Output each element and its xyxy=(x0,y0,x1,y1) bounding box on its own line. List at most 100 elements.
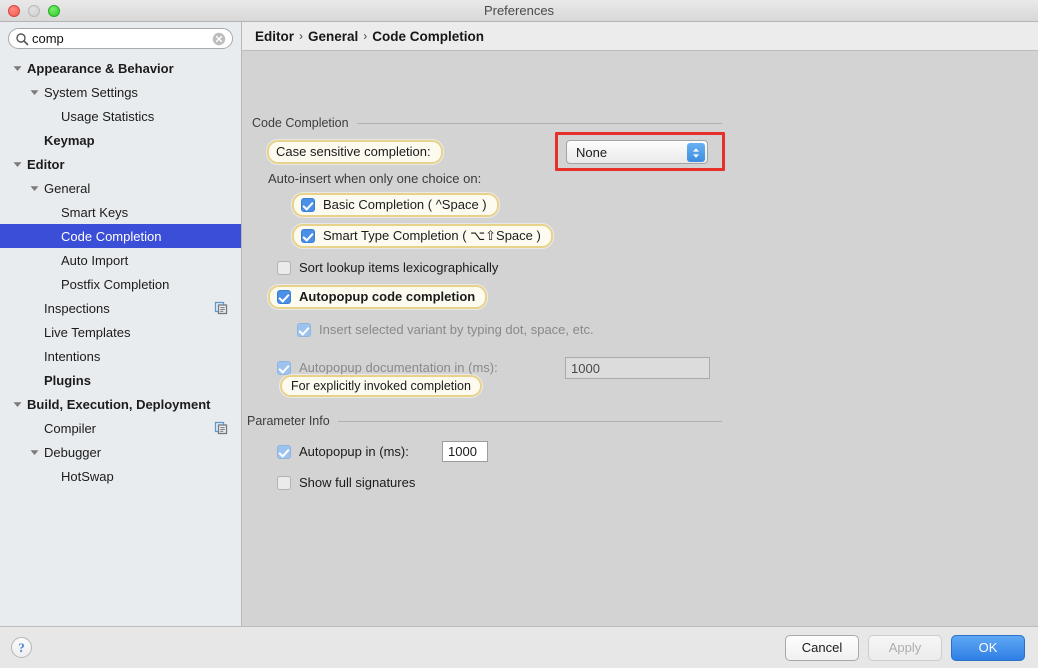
sidebar-item-label: Inspections xyxy=(44,300,110,316)
sort-lookup-label: Sort lookup items lexicographically xyxy=(299,260,499,275)
basic-completion-checkbox[interactable] xyxy=(301,198,315,212)
settings-content: Code Completion Case sensitive completio… xyxy=(242,51,1038,626)
sidebar-item-keymap[interactable]: Keymap xyxy=(0,128,241,152)
help-button[interactable]: ? xyxy=(11,637,32,658)
insert-variant-row[interactable]: Insert selected variant by typing dot, s… xyxy=(297,322,594,338)
question-mark-icon: ? xyxy=(18,639,25,655)
sort-lookup-checkbox[interactable] xyxy=(277,261,291,275)
group-rule xyxy=(337,420,722,422)
show-full-signatures-row[interactable]: Show full signatures xyxy=(277,475,415,491)
sidebar-item-auto-import[interactable]: Auto Import xyxy=(0,248,241,272)
sidebar-item-inspections[interactable]: Inspections xyxy=(0,296,241,320)
sidebar-item-label: HotSwap xyxy=(61,468,114,484)
sidebar-item-general[interactable]: General xyxy=(0,176,241,200)
smart-type-completion-checkbox[interactable] xyxy=(301,229,315,243)
sidebar-item-label: System Settings xyxy=(44,84,138,100)
sidebar-item-editor[interactable]: Editor xyxy=(0,152,241,176)
chevron-down-icon[interactable] xyxy=(12,63,23,74)
dropdown-value: None xyxy=(576,144,608,160)
sort-lookup-row[interactable]: Sort lookup items lexicographically xyxy=(277,260,498,276)
sidebar-item-label: Build, Execution, Deployment xyxy=(27,396,211,412)
minimize-window-button[interactable] xyxy=(28,5,40,17)
autopopup-documentation-checkbox[interactable] xyxy=(277,361,291,375)
smart-type-completion-row[interactable]: Smart Type Completion ( ⌥⇧Space ) xyxy=(292,224,553,248)
sidebar-item-label: Usage Statistics xyxy=(61,108,155,124)
param-autopopup-checkbox[interactable] xyxy=(277,445,291,459)
breadcrumb-separator-icon: › xyxy=(299,29,303,43)
autopopup-documentation-label: Autopopup documentation in (ms): xyxy=(299,360,498,375)
dialog-footer: ? Cancel Apply OK xyxy=(0,626,1038,668)
case-sensitive-dropdown[interactable]: None xyxy=(566,140,708,164)
ok-button[interactable]: OK xyxy=(951,634,1025,661)
chevron-down-icon[interactable] xyxy=(12,399,23,410)
param-autopopup-row[interactable]: Autopopup in (ms): xyxy=(277,444,409,460)
autopopup-documentation-row[interactable]: Autopopup documentation in (ms): xyxy=(277,360,498,376)
sidebar-item-label: Smart Keys xyxy=(61,204,129,220)
basic-completion-row[interactable]: Basic Completion ( ^Space ) xyxy=(292,193,499,217)
case-sensitive-completion-row: Case sensitive completion: xyxy=(267,140,443,164)
sidebar-item-appearance-behavior[interactable]: Appearance & Behavior xyxy=(0,56,241,80)
maximize-window-button[interactable] xyxy=(48,5,60,17)
group-rule xyxy=(356,122,722,124)
sidebar-item-intentions[interactable]: Intentions xyxy=(0,344,241,368)
sidebar-item-label: Keymap xyxy=(44,132,95,148)
cancel-button[interactable]: Cancel xyxy=(785,634,859,661)
basic-completion-label: Basic Completion ( ^Space ) xyxy=(323,197,487,212)
sidebar-item-system-settings[interactable]: System Settings xyxy=(0,80,241,104)
group-title: Parameter Info xyxy=(247,414,330,428)
title-bar: Preferences xyxy=(0,0,1038,22)
apply-button: Apply xyxy=(868,634,942,661)
sidebar-item-postfix-completion[interactable]: Postfix Completion xyxy=(0,272,241,296)
search-field[interactable]: comp xyxy=(8,28,233,49)
autopopup-code-completion-row[interactable]: Autopopup code completion xyxy=(268,285,488,309)
sidebar-item-label: Appearance & Behavior xyxy=(27,60,174,76)
sidebar-item-debugger[interactable]: Debugger xyxy=(0,440,241,464)
search-icon xyxy=(15,32,29,46)
chevron-down-icon[interactable] xyxy=(12,159,23,170)
breadcrumb-part-2: Code Completion xyxy=(372,28,485,44)
sidebar-item-live-templates[interactable]: Live Templates xyxy=(0,320,241,344)
sidebar-item-plugins[interactable]: Plugins xyxy=(0,368,241,392)
window-body: comp Appearance & Behavior System Setting… xyxy=(0,22,1038,626)
chevron-updown-icon[interactable] xyxy=(687,143,705,162)
chevron-down-icon[interactable] xyxy=(29,183,40,194)
copy-settings-icon[interactable] xyxy=(214,301,228,315)
autopopup-documentation-sub-label: For explicitly invoked completion xyxy=(280,375,482,397)
copy-settings-icon[interactable] xyxy=(214,421,228,435)
sidebar-item-usage-statistics[interactable]: Usage Statistics xyxy=(0,104,241,128)
chevron-down-icon[interactable] xyxy=(29,447,40,458)
search-input-value[interactable]: comp xyxy=(32,32,212,46)
search-row: comp xyxy=(0,22,241,54)
smart-type-completion-label: Smart Type Completion ( ⌥⇧Space ) xyxy=(323,228,541,243)
sidebar-item-label: Debugger xyxy=(44,444,102,460)
param-autopopup-label: Autopopup in (ms): xyxy=(299,444,409,459)
autopopup-code-completion-checkbox[interactable] xyxy=(277,290,291,304)
clear-icon[interactable] xyxy=(212,32,226,46)
insert-variant-checkbox[interactable] xyxy=(297,323,311,337)
settings-sidebar: comp Appearance & Behavior System Setting… xyxy=(0,22,242,626)
sidebar-item-label: Code Completion xyxy=(61,228,162,244)
group-header-code-completion: Code Completion xyxy=(252,116,722,130)
sidebar-item-smart-keys[interactable]: Smart Keys xyxy=(0,200,241,224)
sidebar-item-label: Editor xyxy=(27,156,65,172)
chevron-down-icon[interactable] xyxy=(29,87,40,98)
sidebar-item-label: Compiler xyxy=(44,420,97,436)
sidebar-item-label: Postfix Completion xyxy=(61,276,170,292)
sidebar-item-build-execution-deployment[interactable]: Build, Execution, Deployment xyxy=(0,392,241,416)
breadcrumb-separator-icon: › xyxy=(363,29,368,43)
show-full-signatures-checkbox[interactable] xyxy=(277,476,291,490)
sidebar-item-compiler[interactable]: Compiler xyxy=(0,416,241,440)
sidebar-item-label: Auto Import xyxy=(61,252,129,268)
param-autopopup-input[interactable]: 1000 xyxy=(442,441,488,462)
sidebar-item-hotswap[interactable]: HotSwap xyxy=(0,464,241,488)
auto-insert-label: Auto-insert when only one choice on: xyxy=(268,171,482,186)
close-window-button[interactable] xyxy=(8,5,20,17)
sidebar-item-code-completion[interactable]: Code Completion xyxy=(0,224,241,248)
autopopup-documentation-input[interactable]: 1000 xyxy=(565,357,710,379)
